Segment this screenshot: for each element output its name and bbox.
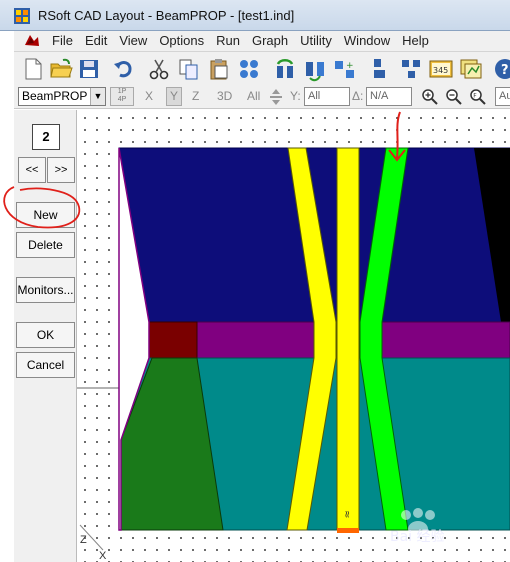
layout-drawing: ≈	[77, 111, 510, 551]
segment-panel: 2 << >> New Delete Monitors... OK Cancel	[14, 110, 77, 562]
mode-4p-label: 4P	[117, 96, 127, 103]
y-field[interactable]: All	[304, 87, 350, 106]
vertical-move-icon[interactable]	[269, 88, 283, 106]
zoom-level-field[interactable]: Au	[495, 87, 510, 106]
delta-field[interactable]: N/A	[366, 87, 412, 106]
align-group-icon[interactable]	[398, 56, 424, 82]
program-select[interactable]: BeamPROP ▼	[18, 87, 106, 106]
waveguide-yellow-center	[336, 147, 360, 531]
baidu-watermark-logo: Bai 经验	[390, 508, 445, 543]
zoom-out-icon[interactable]	[445, 88, 463, 106]
menu-file[interactable]: File	[46, 31, 79, 51]
window-title: RSoft CAD Layout - BeamPROP - [test1.ind…	[38, 8, 295, 23]
menu-help[interactable]: Help	[396, 31, 435, 51]
svg-text:?: ?	[501, 63, 509, 78]
ok-button[interactable]: OK	[16, 322, 75, 348]
svg-text:F: F	[473, 93, 477, 100]
menu-utility[interactable]: Utility	[294, 31, 338, 51]
x-axis-label: X	[99, 550, 107, 562]
y-label: Y:	[290, 89, 301, 103]
copy-icon[interactable]	[176, 56, 202, 82]
menu-window[interactable]: Window	[338, 31, 396, 51]
menu-bar: File Edit View Options Run Graph Utility…	[14, 31, 510, 52]
chevron-down-icon[interactable]: ▼	[90, 88, 105, 105]
main-toolbar: + 345 ?	[14, 52, 510, 85]
zoom-fit-icon[interactable]: F	[469, 88, 487, 106]
segment-number: 2	[32, 124, 60, 150]
numbered-sequence-icon[interactable]: 345	[428, 56, 454, 82]
save-icon[interactable]	[76, 56, 102, 82]
symbol-group-icon[interactable]	[236, 56, 262, 82]
cancel-button[interactable]: Cancel	[16, 352, 75, 378]
rsoft-app-icon	[14, 8, 30, 24]
previous-segment-button[interactable]: <<	[18, 157, 46, 183]
title-bar: RSoft CAD Layout - BeamPROP - [test1.ind…	[0, 0, 510, 31]
z-axis-label: Z	[80, 534, 87, 546]
svg-text:345: 345	[433, 66, 448, 75]
zoom-in-icon[interactable]	[421, 88, 439, 106]
paste-icon[interactable]	[206, 56, 232, 82]
open-folder-icon[interactable]	[48, 56, 74, 82]
align-left-icon[interactable]	[368, 56, 394, 82]
delta-label: Δ:	[352, 89, 364, 103]
menu-run[interactable]: Run	[210, 31, 246, 51]
menu-view[interactable]: View	[113, 31, 153, 51]
launch-marker	[337, 528, 359, 533]
next-segment-button[interactable]: >>	[47, 157, 75, 183]
help-icon[interactable]: ?	[492, 56, 510, 82]
new-file-icon[interactable]	[20, 56, 46, 82]
axis-y-button[interactable]: Y	[166, 87, 182, 106]
svg-text:+: +	[346, 61, 354, 71]
annotation-circle	[3, 186, 81, 229]
scale-icon[interactable]: +	[332, 56, 358, 82]
layers-icon[interactable]	[458, 56, 484, 82]
launch-label: ≈	[341, 510, 352, 518]
document-icon[interactable]	[22, 33, 42, 49]
delete-button[interactable]: Delete	[16, 232, 75, 258]
view-3d-button[interactable]: 3D	[217, 89, 232, 103]
undo-icon[interactable]	[110, 56, 136, 82]
watermark-text: Bai 经验	[390, 529, 445, 543]
view-toolbar: BeamPROP ▼ 1P 4P X Y Z 3D All Y: All Δ: …	[14, 85, 510, 109]
view-all-button[interactable]: All	[247, 89, 260, 103]
rotate-icon[interactable]	[272, 56, 298, 82]
mode-1p-label: 1P	[117, 88, 127, 95]
mode-1p4p-toggle[interactable]: 1P 4P	[110, 87, 134, 106]
axis-z-button[interactable]: Z	[192, 89, 199, 103]
menu-graph[interactable]: Graph	[246, 31, 294, 51]
axis-x-button[interactable]: X	[145, 89, 153, 103]
monitors-button[interactable]: Monitors...	[16, 277, 75, 303]
menu-edit[interactable]: Edit	[79, 31, 113, 51]
dark-block-region	[148, 321, 198, 359]
program-select-value: BeamPROP	[22, 89, 88, 103]
cut-icon[interactable]	[146, 56, 172, 82]
layout-canvas[interactable]: ≈ Z X	[77, 110, 510, 562]
menu-options[interactable]: Options	[153, 31, 210, 51]
flip-icon[interactable]	[302, 56, 328, 82]
